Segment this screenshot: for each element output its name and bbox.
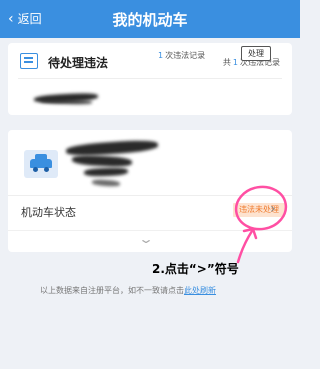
annotation-arrow: [236, 229, 254, 264]
annotation-overlay: [234, 185, 288, 264]
highlight-circle: [234, 185, 288, 231]
footer-note: 以上数据来自注册平台，如不一致请点击此处刷新: [40, 286, 216, 295]
annotation-text: 2.点击“>”符号: [152, 262, 239, 276]
refresh-link[interactable]: 此处刷新: [184, 286, 216, 295]
